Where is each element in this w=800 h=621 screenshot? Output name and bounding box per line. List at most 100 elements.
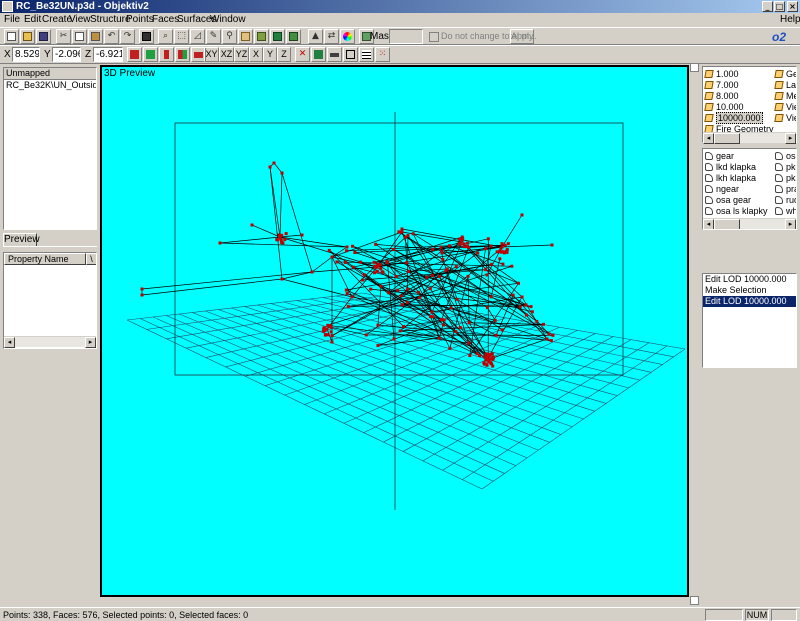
lod-item[interactable]: Vie [774, 102, 796, 113]
lod-item[interactable]: Lar [774, 80, 796, 91]
selection-item[interactable]: osa [775, 151, 796, 162]
menu-structure[interactable]: Structure [90, 14, 131, 26]
red-bar-icon[interactable] [159, 47, 174, 62]
grid-icon[interactable] [311, 47, 326, 62]
lod-item[interactable]: Ge [774, 69, 796, 80]
lod-item[interactable]: Me [774, 91, 796, 102]
list-item[interactable]: RC_Be32K\UN_Outside.paa [4, 80, 96, 91]
menu-create[interactable]: Create [42, 14, 72, 26]
multi-cube-icon[interactable] [175, 47, 190, 62]
history-item[interactable]: Make Selection [703, 285, 796, 296]
menu-help[interactable]: Help [780, 14, 800, 26]
scroll-left-icon[interactable]: ◂ [703, 133, 714, 144]
delete-view-icon[interactable]: ✕ [295, 47, 310, 62]
z-coordinate-input[interactable]: -6.921 [93, 47, 123, 62]
selection-item[interactable]: gear [705, 151, 734, 162]
view-yz-button[interactable]: YZ [234, 47, 249, 62]
scroll-right-icon[interactable]: ▸ [785, 133, 796, 144]
history-list[interactable]: Edit LOD 10000.000 Make Selection Edit L… [702, 273, 797, 368]
selection-item[interactable]: osa gear [705, 195, 751, 206]
open-folder-icon[interactable] [20, 29, 35, 44]
minimize-icon[interactable]: _ [762, 1, 773, 12]
face-icon[interactable] [286, 29, 301, 44]
plane-icon[interactable] [327, 47, 342, 62]
mirror-icon[interactable]: ▲ [308, 29, 323, 44]
menu-faces[interactable]: Faces [152, 14, 179, 26]
list-item[interactable]: Unmapped [4, 68, 96, 80]
table-icon[interactable] [359, 47, 374, 62]
maximize-icon[interactable]: □ [774, 1, 785, 12]
menu-edit[interactable]: Edit [24, 14, 41, 26]
history-item[interactable]: Edit LOD 10000.000 [703, 274, 796, 285]
paste-icon[interactable] [88, 29, 103, 44]
cut-icon[interactable]: ✂ [56, 29, 71, 44]
3d-preview-viewport[interactable]: 3D Preview [100, 65, 689, 597]
selection-item[interactable]: pra [775, 184, 796, 195]
property-value-header[interactable]: \ [86, 253, 96, 265]
copy-icon[interactable] [72, 29, 87, 44]
property-name-header[interactable]: Property Name [4, 253, 86, 265]
red-cube-icon[interactable] [127, 47, 142, 62]
dont-change-total-mass-checkbox[interactable] [429, 32, 439, 42]
selection-item[interactable]: ngear [705, 184, 739, 195]
selection-item[interactable]: lkd klapka [705, 162, 756, 173]
texture-list[interactable]: Unmapped RC_Be32K\UN_Outside.paa [3, 67, 97, 230]
lock-icon[interactable] [254, 29, 269, 44]
menu-view[interactable]: View [69, 14, 91, 26]
view-y-button[interactable]: Y [263, 47, 277, 62]
mass-input[interactable] [389, 29, 423, 44]
selection-item[interactable]: whe [775, 206, 796, 217]
vertex-icon[interactable] [270, 29, 285, 44]
lod-scrollbar[interactable]: ◂ ▸ [703, 132, 796, 144]
scroll-left-icon[interactable]: ◂ [4, 337, 15, 348]
apply-button[interactable]: Apply [510, 29, 534, 44]
selection-item[interactable]: pkd [775, 162, 796, 173]
lod-item[interactable]: Vie [774, 113, 796, 124]
scroll-left-icon[interactable]: ◂ [703, 219, 714, 229]
pen-icon[interactable]: ✎ [206, 29, 221, 44]
save-icon[interactable] [36, 29, 51, 44]
view-z-button[interactable]: Z [277, 47, 291, 62]
tab-preview[interactable]: Preview [3, 233, 40, 247]
selections-scrollbar[interactable]: ◂ ▸ [703, 218, 796, 229]
lod-item-selected[interactable]: 10000.000 [704, 112, 763, 124]
zoom-select-icon[interactable]: ⌕ [158, 29, 173, 44]
points-icon[interactable]: ⁙ [375, 47, 390, 62]
history-item-selected[interactable]: Edit LOD 10000.000 [703, 296, 796, 307]
selection-item[interactable]: pkh [775, 173, 796, 184]
lasso-icon[interactable]: ◿ [190, 29, 205, 44]
property-scrollbar[interactable]: ◂ ▸ [4, 336, 96, 348]
selection-item[interactable]: rud [775, 195, 796, 206]
y-coordinate-input[interactable]: -2.096 [52, 47, 81, 62]
view-xz-button[interactable]: XZ [219, 47, 234, 62]
monitor-icon[interactable] [139, 29, 154, 44]
menu-points[interactable]: Points [126, 14, 154, 26]
scroll-thumb[interactable] [714, 219, 740, 229]
color-wheel-icon[interactable] [340, 29, 355, 44]
scroll-thumb[interactable] [714, 133, 740, 144]
menu-file[interactable]: File [4, 14, 20, 26]
lod-item[interactable]: 8.000 [704, 91, 739, 102]
undo-icon[interactable]: ↶ [104, 29, 119, 44]
selection-item[interactable]: osa ls klapky [705, 206, 768, 217]
selection-item[interactable]: lkh klapka [705, 173, 756, 184]
viewport-corner-handle-bottom[interactable] [690, 596, 699, 605]
view-xy-button[interactable]: XY [204, 47, 219, 62]
scroll-right-icon[interactable]: ▸ [785, 219, 796, 229]
lod-item[interactable]: 1.000 [704, 69, 739, 80]
hand-up-icon[interactable] [238, 29, 253, 44]
lod-item[interactable]: 7.000 [704, 80, 739, 91]
view-x-button[interactable]: X [249, 47, 263, 62]
new-file-icon[interactable] [4, 29, 19, 44]
menu-window[interactable]: Window [210, 14, 246, 26]
select-tool-icon[interactable]: ⬚ [174, 29, 189, 44]
named-selections-list[interactable]: gear lkd klapka lkh klapka ngear osa gea… [702, 148, 797, 230]
zoom-icon[interactable]: ⚲ [222, 29, 237, 44]
scroll-right-icon[interactable]: ▸ [85, 337, 96, 348]
flip-icon[interactable]: ⇄ [324, 29, 339, 44]
viewport-corner-handle[interactable] [690, 63, 699, 72]
green-cube-icon[interactable] [143, 47, 158, 62]
close-icon[interactable]: × [787, 1, 798, 12]
redo-icon[interactable]: ↷ [120, 29, 135, 44]
x-coordinate-input[interactable]: 8.529 [12, 47, 40, 62]
